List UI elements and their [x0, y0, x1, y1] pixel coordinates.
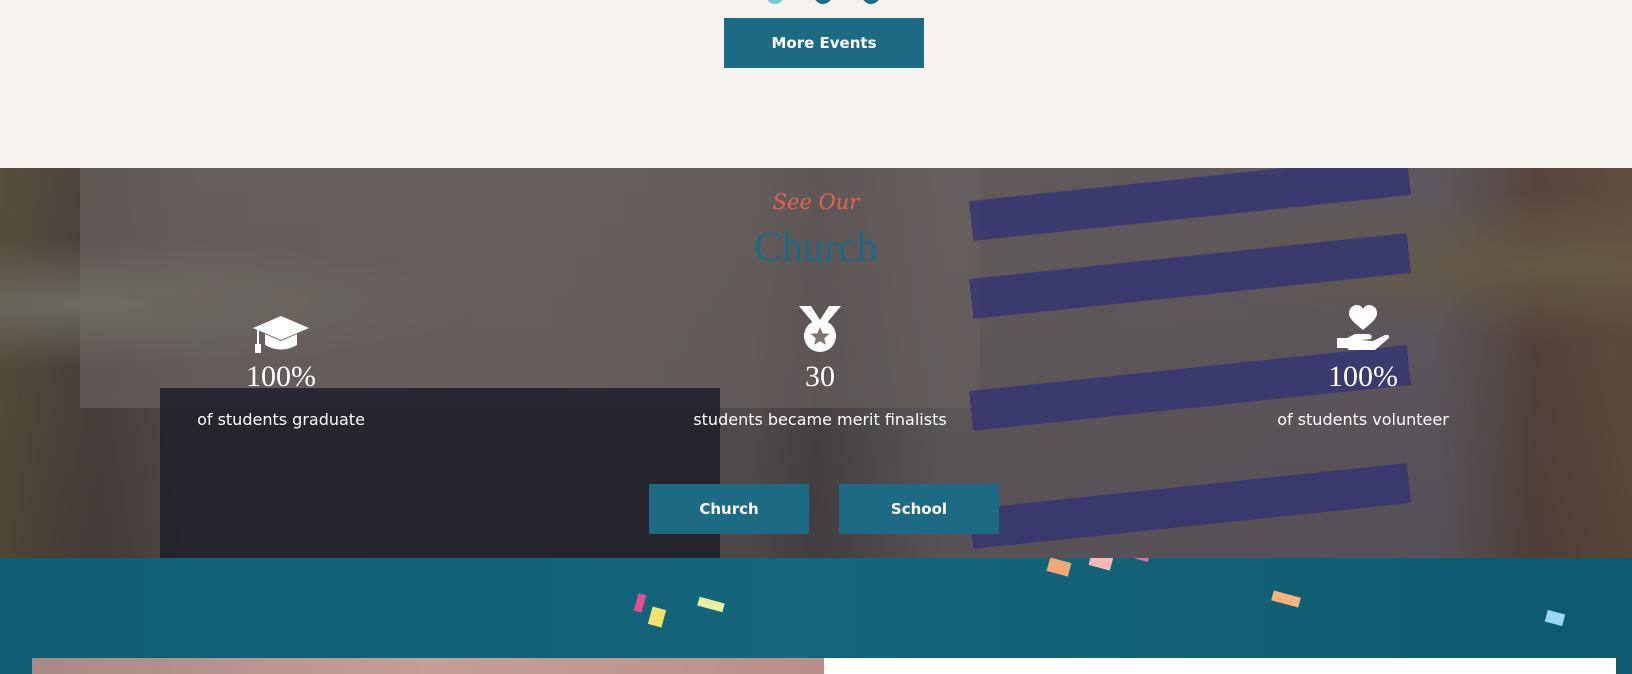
- school-button[interactable]: School: [839, 484, 999, 534]
- stat-graduates: 100% of students graduate: [131, 296, 431, 429]
- carousel-dot[interactable]: [814, 0, 832, 4]
- carousel-dots: [0, 0, 1632, 4]
- heart-in-hand-icon: [1213, 296, 1513, 354]
- graduation-cap-icon: [131, 296, 431, 354]
- more-events-button[interactable]: More Events: [724, 18, 924, 68]
- confetti-decoration: [1046, 558, 1072, 577]
- stat-label: of students graduate: [197, 410, 365, 429]
- confetti-decoration: [647, 606, 667, 628]
- carousel-dot[interactable]: [766, 0, 784, 4]
- stat-label: students became merit finalists: [693, 410, 947, 429]
- feature-card-photo: [32, 658, 824, 674]
- confetti-decoration: [1544, 609, 1566, 627]
- church-button[interactable]: Church: [649, 484, 809, 534]
- stat-value: 100%: [246, 360, 316, 393]
- medal-icon: [670, 296, 970, 354]
- feature-card-panel: [824, 658, 1616, 674]
- stat-value: 100%: [1328, 360, 1398, 393]
- stat-finalists: 30 students became merit finalists: [670, 296, 970, 429]
- events-section: More Events: [0, 0, 1632, 168]
- stat-label: of students volunteer: [1277, 410, 1449, 429]
- confetti-decoration: [1132, 558, 1150, 562]
- carousel-dot[interactable]: [862, 0, 880, 4]
- confetti-decoration: [1088, 558, 1114, 571]
- confetti-section: [0, 558, 1632, 674]
- section-eyebrow: See Our: [772, 190, 860, 214]
- section-heading: Church: [754, 225, 878, 271]
- confetti-decoration: [1271, 590, 1301, 608]
- stat-volunteers: 100% of students volunteer: [1213, 296, 1513, 429]
- stat-value: 30: [805, 360, 835, 393]
- confetti-decoration: [633, 593, 647, 613]
- confetti-decoration: [697, 596, 725, 613]
- stats-section: See Our Church 100% of students graduate…: [0, 168, 1632, 558]
